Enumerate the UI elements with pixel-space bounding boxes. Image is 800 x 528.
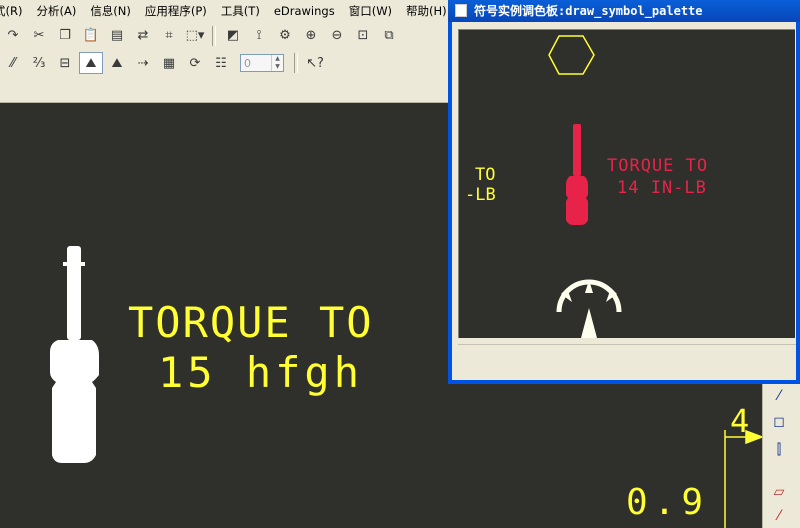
right-toolbar: ⁄ ◻ ⫿ ▱ ⁄ xyxy=(762,384,800,528)
palette-canvas: TO -LB TORQUE TO 14 IN-LB xyxy=(458,29,795,338)
palette-title-bar[interactable]: 符号实例调色板:draw_symbol_palette xyxy=(448,0,800,22)
palette-partial-text-lb: -LB xyxy=(465,185,496,205)
window-app-icon[interactable] xyxy=(455,4,467,17)
symbol-text-line-2: 15 hfgh xyxy=(158,348,364,397)
palette-partial-text-to: TO xyxy=(475,165,496,185)
parallelogram-tool-icon[interactable]: ▱ xyxy=(769,482,789,502)
screwdriver-symbol-white[interactable] xyxy=(50,246,99,463)
line-tool-icon[interactable]: ⁄ xyxy=(769,386,789,406)
palette-red-text-line-1: TORQUE TO xyxy=(607,156,709,176)
palette-red-text-line-2: 14 IN-LB xyxy=(617,178,707,198)
palette-title: 符号实例调色板:draw_symbol_palette xyxy=(474,4,703,18)
hexagon-symbol[interactable] xyxy=(548,35,595,75)
symbol-palette-window: 符号实例调色板:draw_symbol_palette TO -LB TORQU… xyxy=(448,0,800,384)
dimension-value-09[interactable]: 0.9 xyxy=(626,482,709,523)
mirror-tool-icon[interactable]: ⫿ xyxy=(769,440,789,460)
esd-symbol[interactable] xyxy=(556,279,622,338)
palette-divider xyxy=(458,344,796,345)
palette-body: TO -LB TORQUE TO 14 IN-LB xyxy=(452,22,796,380)
slash-tool-icon[interactable]: ⁄ xyxy=(769,506,789,526)
symbol-text-line-1: TORQUE TO xyxy=(128,298,374,347)
rectangle-tool-icon[interactable]: ◻ xyxy=(769,412,789,432)
screwdriver-symbol-red[interactable] xyxy=(566,124,588,225)
dimension-value-4[interactable]: 4 xyxy=(730,402,749,440)
dimension-lines xyxy=(724,429,765,528)
